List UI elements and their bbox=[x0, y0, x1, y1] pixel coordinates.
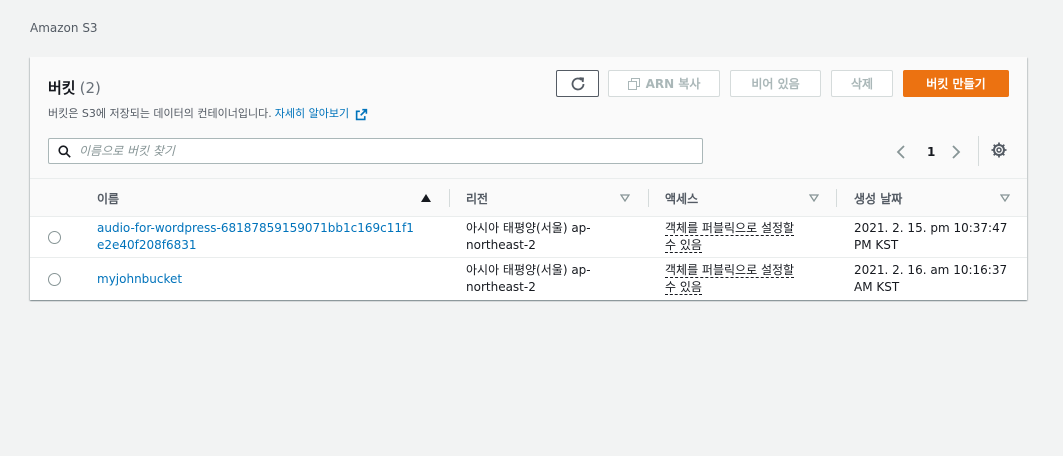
panel-description: 버킷은 S3에 저장되는 데이터의 컨테이너입니다. 자세히 알아보기 bbox=[48, 105, 368, 121]
delete-button[interactable]: 삭제 bbox=[831, 70, 893, 97]
previous-page-button[interactable] bbox=[896, 142, 906, 162]
create-bucket-button[interactable]: 버킷 만들기 bbox=[903, 70, 1009, 97]
sort-ascending-icon[interactable] bbox=[421, 194, 431, 202]
bucket-count: (2) bbox=[79, 79, 101, 97]
panel-header: 버킷 (2) 버킷은 S3에 저장되는 데이터의 컨테이너입니다. 자세히 알아보기… bbox=[30, 57, 1027, 179]
gear-icon[interactable] bbox=[991, 142, 1007, 158]
search-input[interactable] bbox=[79, 144, 679, 158]
external-link-icon[interactable] bbox=[355, 108, 368, 121]
chevron-left-icon bbox=[896, 145, 905, 159]
bucket-access: 객체를 퍼블릭으로 설정할 수 있음 bbox=[665, 220, 820, 254]
chevron-right-icon bbox=[952, 145, 961, 159]
access-line-2: 수 있음 bbox=[665, 280, 702, 295]
bucket-created-date: 2021. 2. 16. am 10:16:37 AM KST bbox=[854, 262, 1014, 296]
row-select-radio[interactable] bbox=[48, 231, 61, 244]
created-line-2: AM KST bbox=[854, 280, 900, 294]
copy-arn-label: ARN 복사 bbox=[645, 77, 701, 91]
buckets-panel: 버킷 (2) 버킷은 S3에 저장되는 데이터의 컨테이너입니다. 자세히 알아보기… bbox=[30, 57, 1027, 300]
page-title: 버킷 (2) bbox=[48, 77, 101, 98]
table-header: 이름 리전 액세스 생성 날짜 bbox=[30, 179, 1027, 217]
column-separator[interactable] bbox=[449, 189, 450, 207]
row-select-radio[interactable] bbox=[48, 273, 61, 286]
created-line-1: 2021. 2. 16. am 10:16:37 bbox=[854, 263, 1008, 277]
breadcrumb[interactable]: Amazon S3 bbox=[30, 21, 98, 35]
sort-icon[interactable] bbox=[1000, 194, 1010, 202]
created-line-2: PM KST bbox=[854, 238, 899, 252]
created-line-1: 2021. 2. 15. pm 10:37:47 bbox=[854, 221, 1008, 235]
pager-divider bbox=[978, 136, 979, 166]
bucket-created-date: 2021. 2. 15. pm 10:37:47 PM KST bbox=[854, 220, 1014, 254]
bucket-access: 객체를 퍼블릭으로 설정할 수 있음 bbox=[665, 262, 820, 296]
access-line-1: 객체를 퍼블릭으로 설정할 bbox=[665, 263, 795, 278]
title-text: 버킷 bbox=[48, 79, 76, 97]
learn-more-link[interactable]: 자세히 알아보기 bbox=[275, 107, 349, 120]
access-line-2: 수 있음 bbox=[665, 238, 702, 253]
bucket-region: 아시아 태평양(서울) ap-northeast-2 bbox=[466, 221, 591, 252]
refresh-icon bbox=[571, 76, 584, 90]
description-text: 버킷은 S3에 저장되는 데이터의 컨테이너입니다. bbox=[48, 107, 272, 120]
bucket-name-link[interactable]: audio-for-wordpress-68187859159071bb1c16… bbox=[97, 220, 417, 254]
empty-button[interactable]: 비어 있음 bbox=[730, 70, 821, 97]
next-page-button[interactable] bbox=[951, 142, 961, 162]
bucket-name-link[interactable]: myjohnbucket bbox=[97, 271, 417, 288]
table-row[interactable]: audio-for-wordpress-68187859159071bb1c16… bbox=[30, 217, 1027, 258]
column-header-name[interactable]: 이름 bbox=[97, 179, 119, 217]
column-separator[interactable] bbox=[836, 189, 837, 207]
table-row[interactable]: myjohnbucket 아시아 태평양(서울) ap-northeast-2 … bbox=[30, 259, 1027, 300]
sort-icon[interactable] bbox=[620, 194, 630, 202]
copy-icon bbox=[627, 77, 640, 90]
column-header-created[interactable]: 생성 날짜 bbox=[854, 179, 902, 217]
search-box bbox=[48, 138, 703, 164]
search-icon bbox=[58, 144, 71, 158]
column-header-access[interactable]: 액세스 bbox=[665, 179, 698, 217]
column-header-region[interactable]: 리전 bbox=[466, 179, 488, 217]
sort-icon[interactable] bbox=[809, 194, 819, 202]
bucket-region: 아시아 태평양(서울) ap-northeast-2 bbox=[466, 263, 591, 294]
column-separator[interactable] bbox=[648, 189, 649, 207]
refresh-button[interactable] bbox=[556, 70, 599, 97]
copy-arn-button[interactable]: ARN 복사 bbox=[608, 70, 720, 97]
access-line-1: 객체를 퍼블릭으로 설정할 bbox=[665, 221, 795, 236]
page-number[interactable]: 1 bbox=[927, 142, 935, 162]
